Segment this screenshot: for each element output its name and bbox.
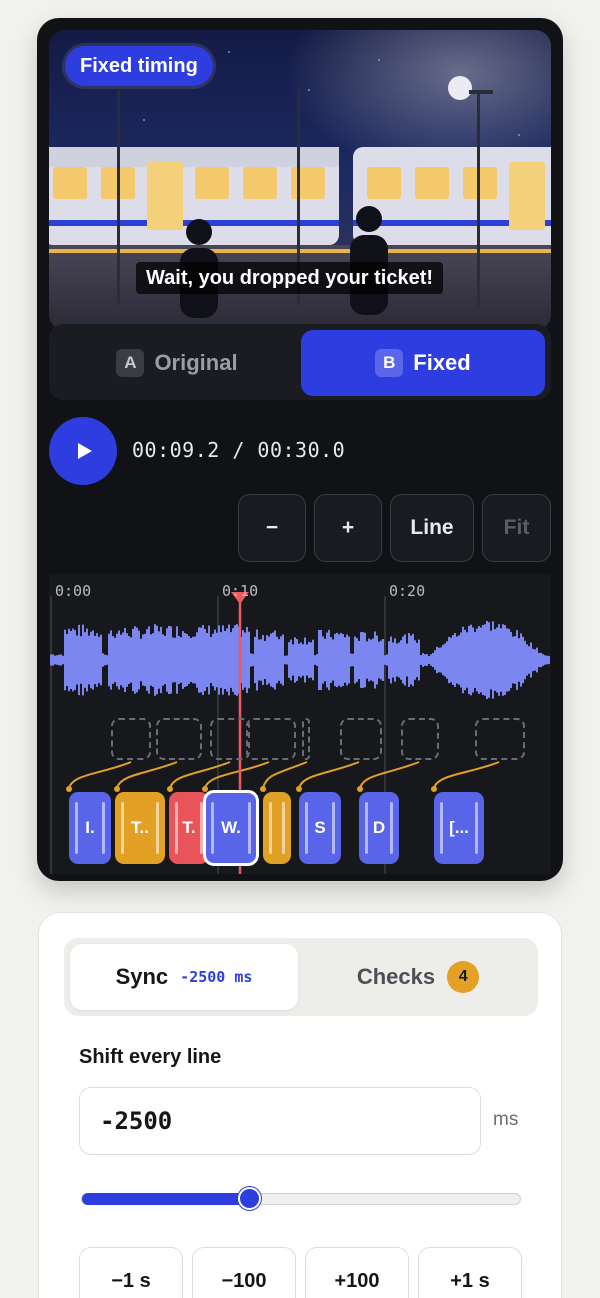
shift-connector (68, 761, 132, 789)
original-position-slot (156, 718, 202, 760)
cue-label: W. (221, 818, 241, 837)
sync-tab-label: Sync (115, 964, 169, 989)
subtitle-cue[interactable]: T. (169, 792, 209, 864)
shift-slider[interactable] (81, 1187, 521, 1210)
timeline[interactable]: 0:00 0:10 0:20 I. T.. T. W. S D [... (49, 574, 551, 874)
fixed-timing-badge: Fixed timing (65, 46, 213, 86)
original-option[interactable]: A Original (55, 330, 299, 396)
zoom-in-button[interactable]: + (314, 494, 382, 562)
connector-dot (66, 786, 72, 792)
checks-count-badge: 4 (447, 961, 480, 993)
key-b-badge: B (375, 349, 404, 377)
checks-tab-label: Checks (356, 964, 436, 989)
original-position-slot (401, 718, 439, 760)
subtitle-cue[interactable]: T.. (115, 792, 165, 864)
original-position-slot (246, 718, 296, 760)
subtitle-overlay: Wait, you dropped your ticket! (136, 262, 444, 294)
nudge-plus-1s-button[interactable]: +1 s (418, 1247, 522, 1298)
fixed-label: Fixed (413, 350, 471, 375)
shift-connector (169, 761, 231, 789)
tab-checks[interactable]: Checks 4 (304, 944, 532, 1010)
original-position-slot (340, 718, 382, 760)
unit-label: ms (493, 1109, 519, 1130)
tick-label: 0:10 (222, 582, 259, 600)
subtitle-cue[interactable]: [... (434, 792, 484, 864)
subtitle-cue[interactable] (263, 792, 291, 864)
cue-label: I. (85, 818, 95, 837)
shift-connector (204, 761, 270, 789)
editor-card: Fixed timing Wait, you dropped your tick… (37, 18, 563, 881)
original-position-slot (111, 718, 151, 760)
nudge-minus-100-button[interactable]: −100 (192, 1247, 296, 1298)
cue-label: T. (182, 818, 196, 837)
subtitle-cue[interactable]: S (299, 792, 341, 864)
slider-thumb[interactable] (238, 1187, 262, 1210)
shift-input[interactable]: -2500 (79, 1087, 481, 1155)
subtitle-cue-selected[interactable]: W. (203, 790, 259, 866)
fit-all-button[interactable]: Fit (482, 494, 551, 562)
settings-panel: Sync -2500 ms Checks 4 Shift every line … (38, 912, 562, 1298)
original-label: Original (154, 350, 238, 375)
tick-label: 0:20 (389, 582, 426, 600)
fit-line-button[interactable]: Line (390, 494, 474, 562)
subtitle-cue[interactable]: D (359, 792, 399, 864)
tab-sync[interactable]: Sync -2500 ms (70, 944, 298, 1010)
zoom-out-button[interactable]: − (238, 494, 306, 562)
tick-label: 0:00 (55, 582, 92, 600)
connector-dot (167, 786, 173, 792)
shift-connector (433, 761, 500, 789)
sync-offset-value: -2500 ms (180, 968, 253, 986)
play-button[interactable] (49, 417, 117, 485)
connector-dot (431, 786, 437, 792)
key-a-badge: A (116, 349, 145, 377)
connector-dot (296, 786, 302, 792)
fixed-option[interactable]: B Fixed (301, 330, 545, 396)
slider-fill (82, 1192, 250, 1205)
nudge-minus-1s-button[interactable]: −1 s (79, 1247, 183, 1298)
cue-label: D (372, 818, 386, 837)
video-preview[interactable]: Fixed timing Wait, you dropped your tick… (49, 30, 551, 330)
panel-tabs: Sync -2500 ms Checks 4 (64, 938, 538, 1016)
cue-label: [... (449, 818, 469, 837)
connector-dot (202, 786, 208, 792)
shift-label: Shift every line (79, 1046, 222, 1068)
timecode: 00:09.2 / 00:30.0 (132, 438, 346, 462)
ab-compare-switch: A Original B Fixed (49, 324, 551, 400)
connector-dot (114, 786, 120, 792)
cue-label: T.. (131, 818, 149, 837)
connector-dot (260, 786, 266, 792)
cue-label: S (314, 818, 326, 837)
original-position-slot (210, 718, 250, 760)
original-position-slot (475, 718, 525, 760)
subtitle-cue[interactable]: I. (69, 792, 111, 864)
original-position-slot (302, 718, 310, 760)
connector-dot (357, 786, 363, 792)
waveform (50, 621, 550, 699)
shift-connector (359, 761, 420, 789)
shift-connector (116, 761, 178, 789)
nudge-plus-100-button[interactable]: +100 (305, 1247, 409, 1298)
shift-connector (298, 761, 360, 789)
